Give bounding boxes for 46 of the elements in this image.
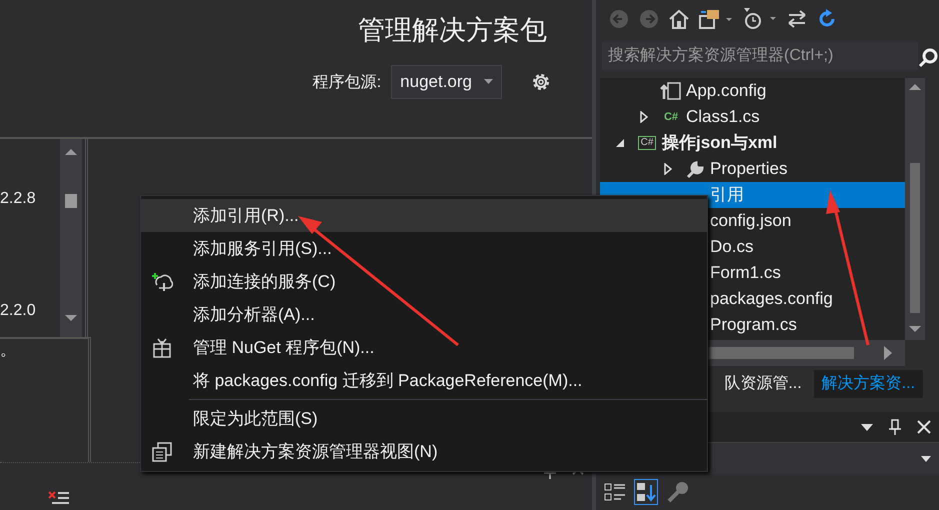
history-icon[interactable] [742,7,778,31]
config-file-icon [660,81,682,101]
scrollbar[interactable] [60,138,82,336]
csharp-file-icon: C# [664,108,678,126]
sync-view-icon[interactable] [698,8,734,30]
clear-list-icon[interactable] [48,488,70,506]
panel-tab[interactable]: 解决方案资... [814,370,923,398]
collapsed-icon[interactable] [640,111,648,123]
swap-arrows-icon[interactable] [786,8,808,30]
connected-service-icon [151,270,173,292]
pin-icon[interactable] [889,419,901,435]
search-field[interactable]: 搜索解决方案资源管理器(Ctrl+;) [602,42,918,70]
menu-item[interactable]: 添加分析器(A)... [141,298,707,331]
tree-item[interactable]: C# 操作json与xml [600,130,905,156]
close-icon[interactable] [917,420,931,434]
menu-item[interactable]: 添加服务引用(S)... [141,232,707,265]
tree-item[interactable]: Properties [600,156,905,182]
version-text: 2.2.8 [0,188,37,208]
menu-item[interactable]: 添加连接的服务(C) [141,265,707,298]
tree-item[interactable]: C# Class1.cs [600,104,905,130]
page-title: 管理解决方案包 [357,14,548,47]
menu-item[interactable]: 将 packages.config 迁移到 PackageReference(M)... [141,364,707,397]
csharp-project-icon: C# [638,136,656,150]
caret-icon [921,456,931,462]
new-view-icon [151,440,173,462]
tree-item[interactable]: App.config [600,78,905,104]
categorized-icon[interactable] [604,481,626,503]
version-text: 2.2.0 [0,300,37,320]
description-text: 。 [0,342,16,358]
menu-item[interactable]: 新建解决方案资源管理器视图(N) [141,435,707,468]
gift-box-icon [151,336,173,358]
collapsed-icon[interactable] [664,163,672,175]
menu-item[interactable]: 管理 NuGet 程序包(N)... [141,331,707,364]
expanded-icon[interactable] [615,138,625,148]
key-icon[interactable] [666,480,690,504]
source-label: 程序包源: [312,72,382,92]
caret-icon [484,79,493,84]
menu-item[interactable]: 限定为此范围(S) [141,402,707,435]
source-dropdown[interactable]: nuget.org [391,64,502,98]
home-icon[interactable] [668,8,690,30]
wrench-icon [684,159,706,179]
sort-alphabetical-icon[interactable] [634,479,658,505]
scrollbar[interactable] [905,78,925,340]
search-icon[interactable] [918,48,938,68]
caret-icon[interactable] [861,424,873,430]
menu-item[interactable]: 添加引用(R)... [141,199,707,232]
